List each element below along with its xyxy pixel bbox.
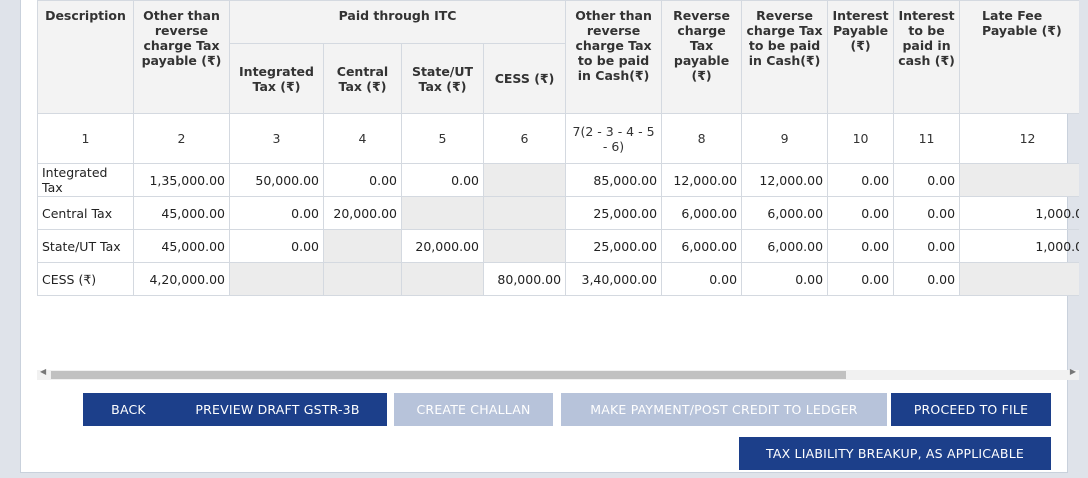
table-cell: 45,000.00	[133, 196, 230, 230]
col-header-paid-through-itc: Paid through ITC	[228, 0, 567, 44]
column-number-cell: 12	[959, 113, 1079, 164]
table-cell: 12,000.00	[661, 163, 743, 197]
table-cell: 4,20,000.00	[133, 262, 230, 296]
column-number-cell: 3	[229, 113, 324, 164]
table-cell	[323, 229, 402, 263]
column-number-cell: 5	[401, 113, 484, 164]
table-cell: 3,40,000.00	[565, 262, 663, 296]
table-cell: 0.00	[229, 229, 324, 263]
col-header-late-fee: Late Fee Payable (₹)	[959, 0, 1079, 114]
table-cell: 50,000.00	[229, 163, 324, 197]
table-cell: 45,000.00	[133, 229, 230, 263]
column-number-row: 1 2 3 4 5 6 7(2 - 3 - 4 - 5 - 6) 8 9 10 11 12	[37, 113, 1079, 164]
column-number-cell: 2	[133, 113, 230, 164]
table-cell: 1,000.00	[959, 229, 1079, 263]
column-number-cell: 10	[827, 113, 895, 164]
make-payment-post-credit-button[interactable]: MAKE PAYMENT/POST CREDIT TO LEDGER	[561, 393, 887, 426]
column-number-cell: 6	[482, 113, 567, 164]
col-header-itc-cess: CESS (₹)	[482, 43, 567, 114]
col-header-itc-state: State/UT Tax (₹)	[401, 43, 484, 114]
table-cell: 85,000.00	[565, 163, 663, 197]
table-cell: 0.00	[229, 196, 324, 230]
back-button[interactable]: BACK	[83, 393, 174, 426]
col-header-other-than-rc-cash: Other than reverse charge Tax to be paid…	[565, 0, 663, 114]
preview-draft-gstr3b-button[interactable]: PREVIEW DRAFT GSTR-3B	[168, 393, 387, 426]
column-number-cell: 4	[323, 113, 402, 164]
row-description: Integrated Tax	[37, 163, 134, 197]
scroll-left-arrow-icon[interactable]: ◀	[40, 367, 46, 376]
table-cell: 80,000.00	[482, 262, 567, 296]
column-number-cell: 7(2 - 3 - 4 - 5 - 6)	[565, 113, 663, 164]
table-cell: 0.00	[827, 196, 895, 230]
col-header-rc-payable: Reverse charge Tax payable (₹)	[661, 0, 743, 114]
table-cell: 25,000.00	[565, 229, 663, 263]
col-header-other-than-rc-payable: Other than reverse charge Tax payable (₹…	[133, 0, 230, 114]
proceed-to-file-button[interactable]: PROCEED TO FILE	[891, 393, 1051, 426]
table-cell: 20,000.00	[401, 229, 484, 263]
table-cell: 0.00	[741, 262, 829, 296]
table-cell: 1,35,000.00	[133, 163, 230, 197]
col-header-interest-payable: Interest Payable (₹)	[827, 0, 895, 114]
table-cell: 0.00	[893, 196, 961, 230]
table-cell: 0.00	[661, 262, 743, 296]
table-cell: 0.00	[827, 163, 895, 197]
column-number-cell: 9	[741, 113, 829, 164]
tax-liability-breakup-button[interactable]: TAX LIABILITY BREAKUP, AS APPLICABLE	[739, 437, 1051, 470]
table-cell: 0.00	[893, 262, 961, 296]
table-cell	[959, 163, 1079, 197]
column-number-cell: 8	[661, 113, 743, 164]
table-row: State/UT Tax 45,000.00 0.00 20,000.00 25,000…	[37, 229, 1079, 263]
table-cell: 0.00	[323, 163, 402, 197]
tax-payment-table-viewport: Description Other than reverse charge Ta…	[37, 0, 1079, 351]
table-cell: 6,000.00	[741, 229, 829, 263]
table-cell	[482, 229, 567, 263]
table-cell: 0.00	[827, 262, 895, 296]
table-cell	[401, 262, 484, 296]
col-header-rc-cash: Reverse charge Tax to be paid in Cash(₹)	[741, 0, 829, 114]
table-cell: 0.00	[401, 163, 484, 197]
table-cell: 20,000.00	[323, 196, 402, 230]
col-header-itc-integrated: Integrated Tax (₹)	[229, 43, 324, 114]
scrollbar-thumb[interactable]	[51, 371, 846, 379]
row-description: CESS (₹)	[37, 262, 134, 296]
tax-payment-table: Description Other than reverse charge Ta…	[37, 0, 1079, 296]
table-cell: 6,000.00	[661, 196, 743, 230]
column-number-cell: 1	[37, 113, 134, 164]
table-cell	[401, 196, 484, 230]
col-header-itc-central: Central Tax (₹)	[323, 43, 402, 114]
table-row: Integrated Tax 1,35,000.00 50,000.00 0.00 0.…	[37, 163, 1079, 197]
scroll-right-arrow-icon[interactable]: ▶	[1070, 367, 1076, 376]
col-header-description: Description	[37, 0, 134, 114]
table-row: Central Tax 45,000.00 0.00 20,000.00 25,000.…	[37, 196, 1079, 230]
table-cell: 0.00	[827, 229, 895, 263]
table-cell	[229, 262, 324, 296]
row-description: State/UT Tax	[37, 229, 134, 263]
table-row: CESS (₹) 4,20,000.00 80,000.00 3,40,000.00 0…	[37, 262, 1079, 296]
table-cell: 12,000.00	[741, 163, 829, 197]
tax-rows: Integrated Tax 1,35,000.00 50,000.00 0.00 0.…	[37, 163, 1079, 296]
table-cell	[482, 163, 567, 197]
payment-of-tax-panel: Description Other than reverse charge Ta…	[20, 0, 1079, 473]
table-cell: 0.00	[893, 163, 961, 197]
column-number-cell: 11	[893, 113, 961, 164]
table-cell	[323, 262, 402, 296]
table-cell	[959, 262, 1079, 296]
table-cell: 6,000.00	[661, 229, 743, 263]
create-challan-button[interactable]: CREATE CHALLAN	[394, 393, 553, 426]
table-cell: 0.00	[893, 229, 961, 263]
table-cell: 6,000.00	[741, 196, 829, 230]
table-cell: 1,000.00	[959, 196, 1079, 230]
table-cell	[482, 196, 567, 230]
table-cell: 25,000.00	[565, 196, 663, 230]
horizontal-scrollbar[interactable]: ◀ ▶	[37, 367, 1079, 380]
row-description: Central Tax	[37, 196, 134, 230]
col-header-interest-cash: Interest to be paid in cash (₹)	[893, 0, 961, 114]
